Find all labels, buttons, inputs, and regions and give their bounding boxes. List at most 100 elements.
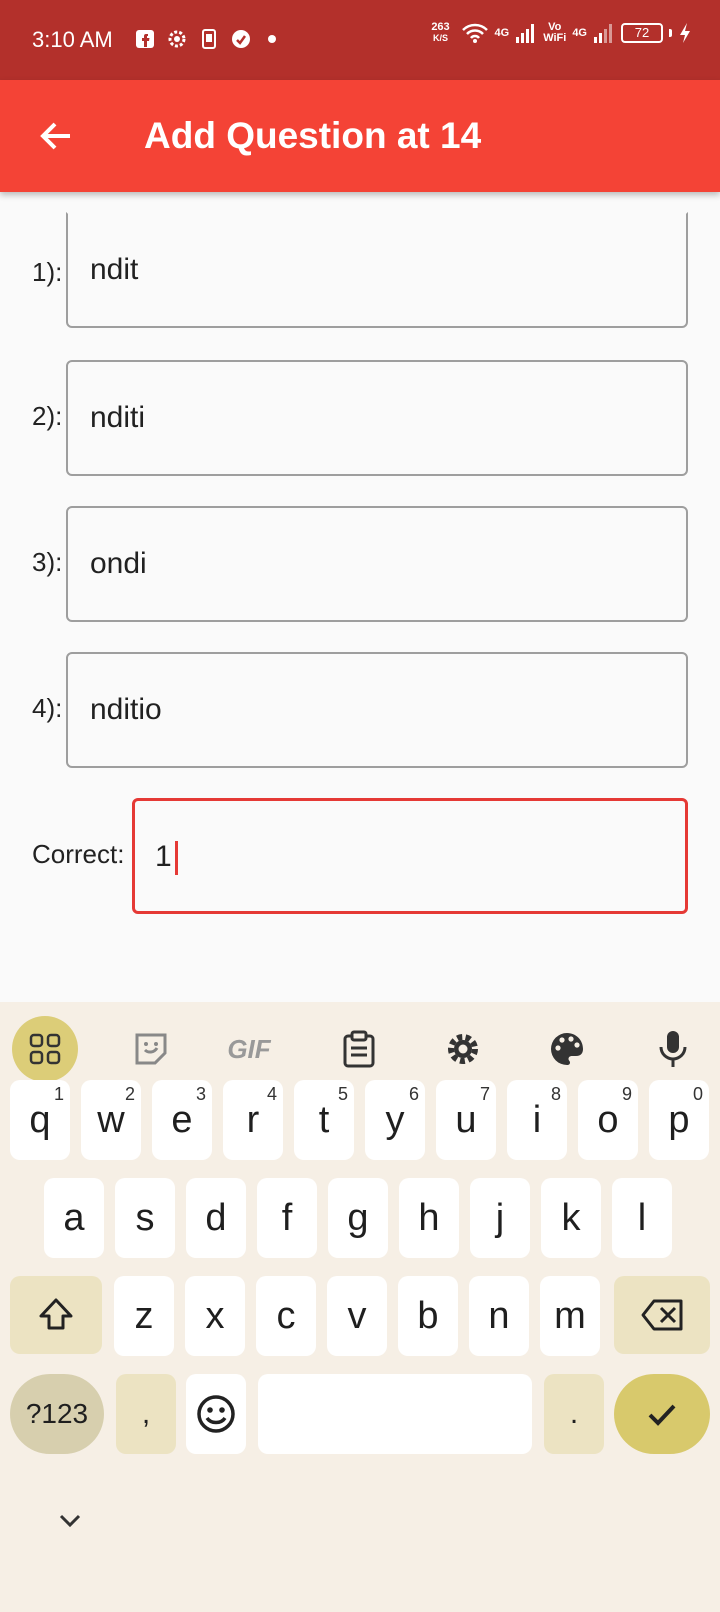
sticker-icon: [135, 1033, 167, 1065]
key-i[interactable]: i8: [507, 1080, 567, 1160]
option-2-label: 2):: [32, 401, 63, 431]
apps-grid-button[interactable]: [12, 1016, 78, 1082]
key-f[interactable]: f: [257, 1178, 317, 1258]
key-hint: 2: [124, 1084, 135, 1104]
key-o[interactable]: o9: [578, 1080, 638, 1160]
key-label: n: [488, 1294, 510, 1337]
battery-nub: [669, 29, 672, 37]
option-1-field[interactable]: ndit: [66, 212, 688, 328]
key-label: d: [205, 1196, 227, 1239]
collapse-keyboard-button[interactable]: [52, 1502, 88, 1538]
correct-answer-value-wrap: 1: [155, 839, 178, 876]
key-label: r: [246, 1098, 260, 1141]
key-u[interactable]: u7: [436, 1080, 496, 1160]
phone-icon: [202, 29, 216, 49]
key-hint: 4: [266, 1084, 277, 1104]
app-bar: Add Question at 14: [0, 80, 720, 192]
gear-icon: [168, 30, 186, 48]
key-n[interactable]: n: [469, 1276, 529, 1356]
sticker-button[interactable]: [118, 1016, 184, 1082]
key-label: l: [637, 1196, 647, 1239]
sync-icon: [232, 30, 250, 48]
speed-value: 263: [431, 21, 450, 33]
key-v[interactable]: v: [327, 1276, 387, 1356]
back-button[interactable]: [28, 108, 84, 164]
key-hint: 1: [53, 1084, 64, 1104]
key-label: i: [532, 1098, 542, 1141]
settings-button[interactable]: [430, 1016, 496, 1082]
key-hint: 5: [337, 1084, 348, 1104]
shift-key[interactable]: [10, 1276, 102, 1354]
key-l[interactable]: l: [612, 1178, 672, 1258]
network-type-1: 4G: [494, 26, 510, 39]
key-j[interactable]: j: [470, 1178, 530, 1258]
key-w[interactable]: w2: [81, 1080, 141, 1160]
key-label: f: [281, 1196, 293, 1239]
option-1-value: ndit: [90, 253, 139, 286]
key-a[interactable]: a: [44, 1178, 104, 1258]
option-2-field[interactable]: nditi: [66, 360, 688, 476]
symbols-key[interactable]: ?123: [10, 1374, 104, 1454]
key-t[interactable]: t5: [294, 1080, 354, 1160]
network-speed: 263 K/S: [427, 22, 455, 44]
key-s[interactable]: s: [115, 1178, 175, 1258]
enter-key[interactable]: [614, 1374, 710, 1454]
key-r[interactable]: r4: [223, 1080, 283, 1160]
key-z[interactable]: z: [114, 1276, 174, 1356]
key-b[interactable]: b: [398, 1276, 458, 1356]
backspace-key[interactable]: [614, 1276, 710, 1354]
space-key[interactable]: [258, 1374, 532, 1454]
key-hint: 8: [550, 1084, 561, 1104]
theme-button[interactable]: [534, 1016, 600, 1082]
clipboard-button[interactable]: [326, 1016, 392, 1082]
key-label: y: [385, 1098, 405, 1141]
text-cursor: [174, 841, 178, 876]
period-key[interactable]: .: [544, 1374, 604, 1454]
key-y[interactable]: y6: [365, 1080, 425, 1160]
key-label: w: [97, 1098, 125, 1141]
key-label: s: [135, 1196, 155, 1239]
key-c[interactable]: c: [256, 1276, 316, 1356]
key-h[interactable]: h: [399, 1178, 459, 1258]
microphone-icon: [659, 1031, 687, 1067]
key-label: q: [29, 1098, 51, 1141]
network-type-2: 4G: [572, 26, 587, 39]
option-3-field[interactable]: ondi: [66, 506, 688, 622]
comma-key[interactable]: ,: [116, 1374, 176, 1454]
settings-icon: [448, 1034, 478, 1064]
key-g[interactable]: g: [328, 1178, 388, 1258]
key-label: e: [171, 1098, 193, 1141]
key-label: m: [554, 1294, 586, 1337]
emoji-key[interactable]: [186, 1374, 246, 1454]
option-1-label: 1):: [32, 257, 63, 287]
option-2-value: nditi: [90, 401, 146, 434]
voice-input-button[interactable]: [640, 1016, 706, 1082]
speed-unit: K/S: [432, 33, 448, 43]
key-e[interactable]: e3: [152, 1080, 212, 1160]
key-label: a: [63, 1196, 85, 1239]
option-4-value: nditio: [90, 693, 162, 726]
key-x[interactable]: x: [185, 1276, 245, 1356]
key-hint: 0: [692, 1084, 703, 1104]
key-hint: 6: [408, 1084, 419, 1104]
apps-grid-icon: [29, 1033, 61, 1065]
soft-keyboard: GIF q1w2e3r4t5y6u7i8o9p0 asdfghjkl zxcvb…: [0, 1002, 720, 1612]
comma-label: ,: [141, 1397, 151, 1430]
backspace-icon: [641, 1299, 683, 1331]
key-m[interactable]: m: [540, 1276, 600, 1356]
key-d[interactable]: d: [186, 1178, 246, 1258]
palette-icon: [551, 1033, 583, 1065]
key-hint: 9: [621, 1084, 632, 1104]
gif-icon: GIF: [227, 1033, 271, 1064]
option-4-field[interactable]: nditio: [66, 652, 688, 768]
key-k[interactable]: k: [541, 1178, 601, 1258]
key-q[interactable]: q1: [10, 1080, 70, 1160]
key-label: c: [276, 1294, 296, 1337]
key-p[interactable]: p0: [649, 1080, 709, 1160]
page-title: Add Question at 14: [144, 115, 482, 156]
correct-answer-field[interactable]: 1: [132, 798, 688, 914]
signal-icon-2: [594, 24, 612, 43]
key-label: t: [318, 1098, 330, 1141]
gif-button[interactable]: GIF: [216, 1016, 282, 1082]
symbols-label: ?123: [25, 1398, 89, 1429]
